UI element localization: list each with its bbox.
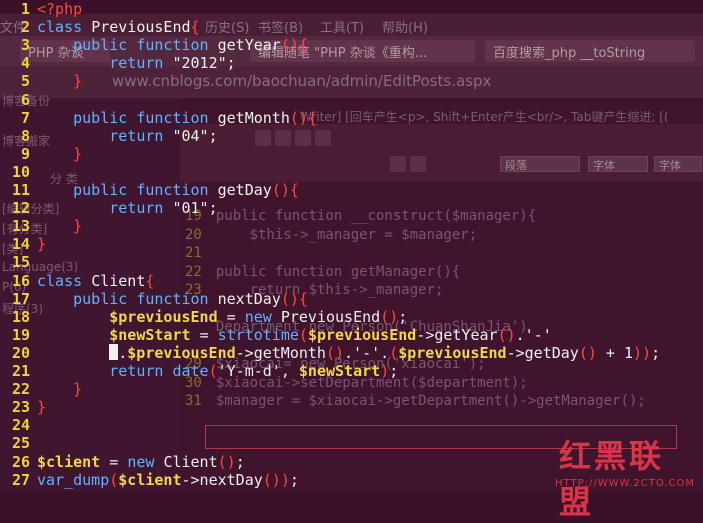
line-number: 2 [20,18,30,37]
line-number: 22 [11,380,30,399]
line-number: 5 [20,72,30,91]
line-number: 10 [11,162,30,181]
code-text[interactable]: } [37,72,82,90]
line-number: 18 [11,307,30,326]
code-text[interactable]: public function getDay(){ [37,181,299,199]
line-number: 23 [11,398,30,417]
code-text[interactable]: $previousEnd = new PreviousEnd(); [37,308,407,326]
line-number: 6 [20,90,30,109]
line-number: 1 [20,0,30,18]
line-number: 3 [20,36,30,55]
code-text[interactable]: } [37,235,46,253]
line-number: 9 [20,144,30,163]
line-number: 12 [11,199,30,218]
code-text[interactable]: } [37,217,82,235]
code-text[interactable]: return "04"; [37,127,217,145]
line-number: 7 [20,108,30,127]
line-number: 8 [20,126,30,145]
code-text[interactable]: $client = new Client(); [37,453,245,471]
code-text[interactable]: $newStart = strtotime($previousEnd->getY… [37,326,552,344]
code-text[interactable]: return date('Y-m-d', $newStart); [37,362,398,380]
code-text[interactable]: class PreviousEnd{ [37,18,200,36]
line-number: 26 [11,452,30,471]
watermark: 红黑联盟 HTTP://WWW.2CTO.COM [555,431,699,521]
code-text[interactable]: <?php [37,0,82,18]
line-number: 15 [11,253,30,272]
code-text[interactable]: public function nextDay(){ [37,290,308,308]
code-editor[interactable]: 1 <?php 2 class PreviousEnd{ 3 public functi… [0,0,703,491]
line-number: 4 [20,54,30,73]
line-number: 17 [11,289,30,308]
line-number: 21 [11,362,30,380]
code-text[interactable]: class Client{ [37,272,154,290]
line-number: 27 [11,470,30,489]
code-text[interactable]: } [37,398,46,416]
code-text[interactable]: } [37,145,82,163]
watermark-url: HTTP://WWW.2CTO.COM [555,478,695,489]
code-text[interactable]: public function getYear(){ [37,36,308,54]
line-number: 25 [11,434,30,453]
code-text[interactable]: var_dump($client->nextDay()); [37,471,299,489]
line-number: 19 [11,325,30,344]
code-text[interactable]: .$previousEnd->getMonth().'-'.($previous… [37,343,660,362]
line-number: 11 [11,181,30,199]
line-number: 14 [11,235,30,254]
line-number: 24 [11,416,30,435]
line-number: 13 [11,217,30,236]
code-text[interactable]: } [37,380,82,398]
code-text[interactable]: return "2012"; [37,54,235,72]
code-text[interactable]: public function getMonth(){ [37,109,317,127]
code-text[interactable]: return "01"; [37,199,217,217]
watermark-title: 红黑联盟 [559,437,665,521]
line-number: 16 [11,271,30,290]
line-number: 20 [11,343,30,362]
